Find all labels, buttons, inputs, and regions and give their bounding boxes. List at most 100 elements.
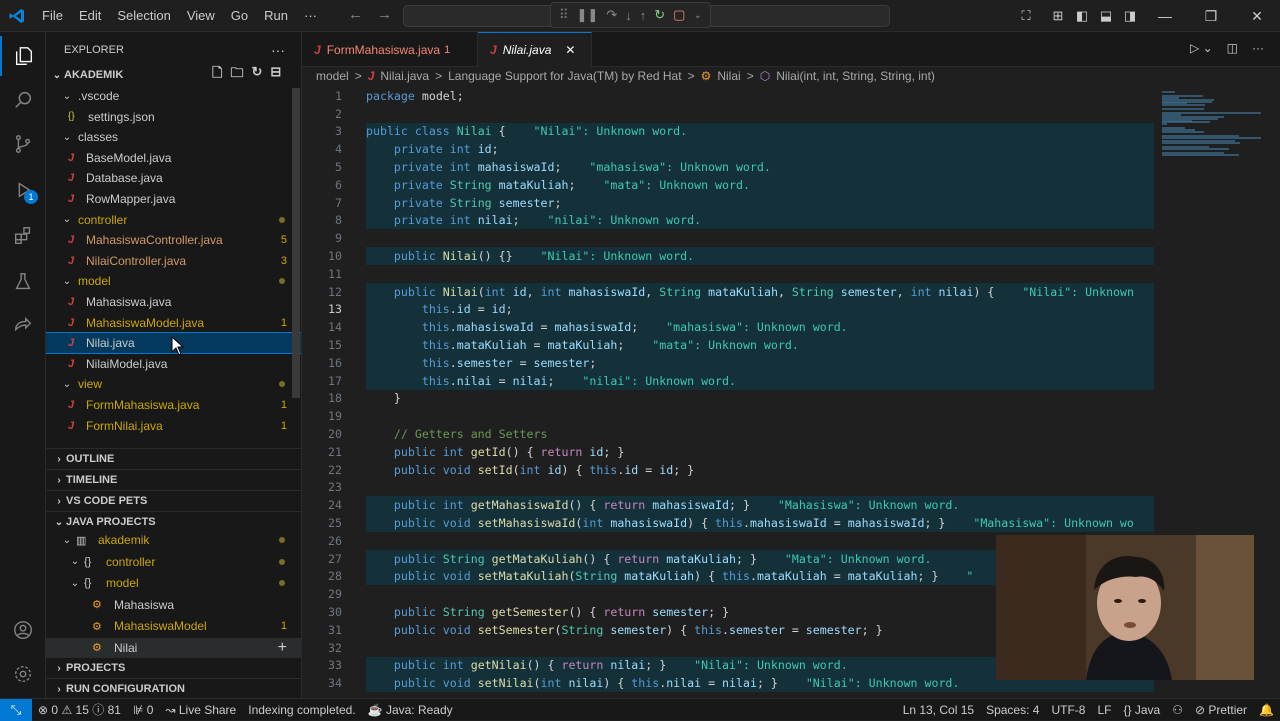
code-line[interactable]: 10 public Nilai() {} "Nilai": Unknown wo… [302, 247, 1154, 265]
live-share-icon[interactable] [0, 306, 46, 346]
new-folder-icon[interactable]: 🗀 [230, 64, 243, 86]
new-file-icon[interactable]: 🗋 [212, 64, 222, 86]
section-projects[interactable]: › PROJECTS [46, 657, 301, 678]
toggle-panel-icon[interactable]: ⬓ [1094, 8, 1118, 24]
menu-view[interactable]: View [179, 8, 223, 23]
split-editor-icon[interactable]: ◫ [1227, 41, 1238, 55]
end-of-line[interactable]: LF [1091, 703, 1117, 717]
indentation[interactable]: Spaces: 4 [980, 703, 1045, 717]
live-share-status[interactable]: ↝ Live Share [159, 703, 242, 717]
pause-icon[interactable]: ❚❚ [577, 7, 599, 23]
code-line[interactable]: 4 private int id; [302, 140, 1154, 159]
refresh-icon[interactable]: ↻ [251, 64, 262, 86]
forward-arrow-icon[interactable]: → [377, 6, 392, 23]
file-item[interactable]: J MahasiswaModel.java 1 [46, 313, 301, 333]
breadcrumb-file[interactable]: Nilai.java [380, 69, 429, 83]
ports-status[interactable]: ⊯ 0 [127, 703, 159, 717]
code-line[interactable]: 16 this.semester = semester; [302, 354, 1154, 372]
code-line[interactable]: 17 this.nilai = nilai; "nilai": Unknown … [302, 371, 1154, 390]
code-line[interactable]: 21 public int getId() { return id; } [302, 443, 1154, 461]
notifications-bell-icon[interactable]: 🔔 [1253, 703, 1280, 717]
workspace-root[interactable]: ⌄ AKADEMIK 🗋 🗀 ↻ ⊟ [46, 64, 301, 86]
code-line[interactable]: 18 } [302, 390, 1154, 408]
java-project-item[interactable]: ⚙ MahasiswaModel 1 [46, 616, 301, 636]
restore-icon[interactable]: ❐ [1188, 8, 1234, 25]
code-line[interactable]: 24 public int getMahasiswaId() { return … [302, 496, 1154, 515]
language-mode[interactable]: {} Java [1117, 703, 1166, 717]
folder-item[interactable]: ⌄ .vscode [46, 86, 301, 106]
code-line[interactable]: 5 private int mahasiswaId; "mahasiswa": … [302, 158, 1154, 176]
file-item[interactable]: J MahasiswaController.java 5 [46, 230, 301, 250]
drag-handle-icon[interactable]: ⠿ [559, 7, 569, 23]
step-out-icon[interactable]: ↑ [640, 8, 647, 23]
toggle-sidebar-icon[interactable]: ◧ [1070, 8, 1094, 24]
settings-gear-icon[interactable] [0, 654, 46, 694]
editor-more-icon[interactable]: ··· [1252, 41, 1264, 55]
code-line[interactable]: 7 private String semester; [302, 193, 1154, 212]
breadcrumb-language[interactable]: Language Support for Java(TM) by Red Hat [448, 69, 681, 83]
code-line[interactable]: 13 this.id = id; [302, 300, 1154, 319]
code-line[interactable]: 11 [302, 265, 1154, 283]
toggle-secondary-sidebar-icon[interactable]: ◨ [1118, 8, 1142, 24]
stop-icon[interactable]: ▢ [673, 7, 685, 23]
run-file-icon[interactable]: ▷ ⌄ [1190, 41, 1213, 55]
search-icon[interactable] [0, 80, 46, 120]
code-line[interactable]: 12 public Nilai(int id, int mahasiswaId,… [302, 282, 1154, 301]
code-line[interactable]: 22 public void setId(int id) { this.id =… [302, 461, 1154, 479]
menu-run[interactable]: Run [256, 8, 296, 23]
code-line[interactable]: 8 private int nilai; "nilai": Unknown wo… [302, 211, 1154, 230]
section-timeline[interactable]: › TIMELINE [46, 469, 301, 490]
file-item[interactable]: J BaseModel.java [46, 148, 301, 168]
collapse-all-icon[interactable]: ⊟ [270, 64, 281, 86]
step-into-icon[interactable]: ↓ [625, 8, 632, 23]
java-project-item[interactable]: ⌄ ▥ akademik [46, 530, 301, 550]
menu-file[interactable]: File [34, 8, 71, 23]
explorer-icon[interactable] [0, 36, 46, 76]
editor-scrollbar[interactable] [1274, 85, 1280, 698]
java-project-item[interactable]: ⚙ Nilai + [46, 637, 301, 658]
problems-status[interactable]: ⊗ 0 ⚠ 15 ⓘ 81 [32, 701, 127, 718]
breadcrumb-class[interactable]: Nilai [717, 69, 740, 83]
code-line[interactable]: 9 [302, 229, 1154, 247]
section-run-configuration[interactable]: › RUN CONFIGURATION [46, 678, 301, 698]
java-project-item[interactable]: ⌄ {} model [46, 573, 301, 593]
folder-item[interactable]: ⌄ model [46, 271, 301, 291]
code-line[interactable]: 25 public void setMahasiswaId(int mahasi… [302, 514, 1154, 532]
code-line[interactable]: 23 [302, 479, 1154, 497]
code-line[interactable]: 20 // Getters and Setters [302, 425, 1154, 443]
breadcrumb-method[interactable]: Nilai(int, int, String, String, int) [776, 69, 935, 83]
sidebar-scrollbar[interactable] [292, 88, 300, 398]
cursor-position[interactable]: Ln 13, Col 15 [897, 703, 980, 717]
account-icon[interactable] [0, 610, 46, 650]
file-item[interactable]: {} settings.json [46, 107, 301, 127]
code-line[interactable]: 3 public class Nilai { "Nilai": Unknown w… [302, 122, 1154, 141]
tab-nilai[interactable]: J Nilai.java ✕ [478, 32, 592, 67]
tweet-feedback-icon[interactable]: ⚇ [1166, 703, 1189, 717]
section-vscode-pets[interactable]: › VS CODE PETS [46, 490, 301, 511]
copilot-icon[interactable]: ⛶ [1006, 8, 1046, 24]
code-line[interactable]: 6 private String mataKuliah; "mata": Unk… [302, 176, 1154, 194]
code-line[interactable]: 15 this.mataKuliah = mataKuliah; "mata":… [302, 336, 1154, 354]
menu-go[interactable]: Go [223, 8, 256, 23]
file-item[interactable]: J RowMapper.java [46, 189, 301, 209]
tab-formmahasiswa[interactable]: J FormMahasiswa.java 1 [302, 32, 478, 67]
customize-layout-icon[interactable]: ⊞ [1046, 8, 1070, 24]
java-project-item[interactable]: ⌄ {} controller [46, 552, 301, 572]
java-project-item[interactable]: ⚙ Mahasiswa [46, 595, 301, 615]
file-item[interactable]: J NilaiModel.java [46, 354, 301, 374]
close-tab-icon[interactable]: ✕ [565, 43, 575, 57]
encoding[interactable]: UTF-8 [1045, 703, 1091, 717]
folder-item[interactable]: ⌄ view [46, 374, 301, 394]
prettier-status[interactable]: ⊘ Prettier [1189, 703, 1253, 717]
menu-edit[interactable]: Edit [71, 8, 109, 23]
step-over-icon[interactable]: ↷ [606, 7, 617, 23]
file-item[interactable]: J FormMahasiswa.java 1 [46, 395, 301, 415]
file-item[interactable]: J FormNilai.java 1 [46, 416, 301, 436]
section-java-projects[interactable]: ⌄ JAVA PROJECTS [46, 511, 301, 532]
section-outline[interactable]: › OUTLINE [46, 448, 301, 469]
source-control-icon[interactable] [0, 124, 46, 164]
code-line[interactable]: 2 [302, 105, 1154, 123]
testing-icon[interactable] [0, 262, 46, 302]
run-debug-icon[interactable]: 1 [0, 170, 46, 210]
file-item[interactable]: J Database.java [46, 168, 301, 188]
